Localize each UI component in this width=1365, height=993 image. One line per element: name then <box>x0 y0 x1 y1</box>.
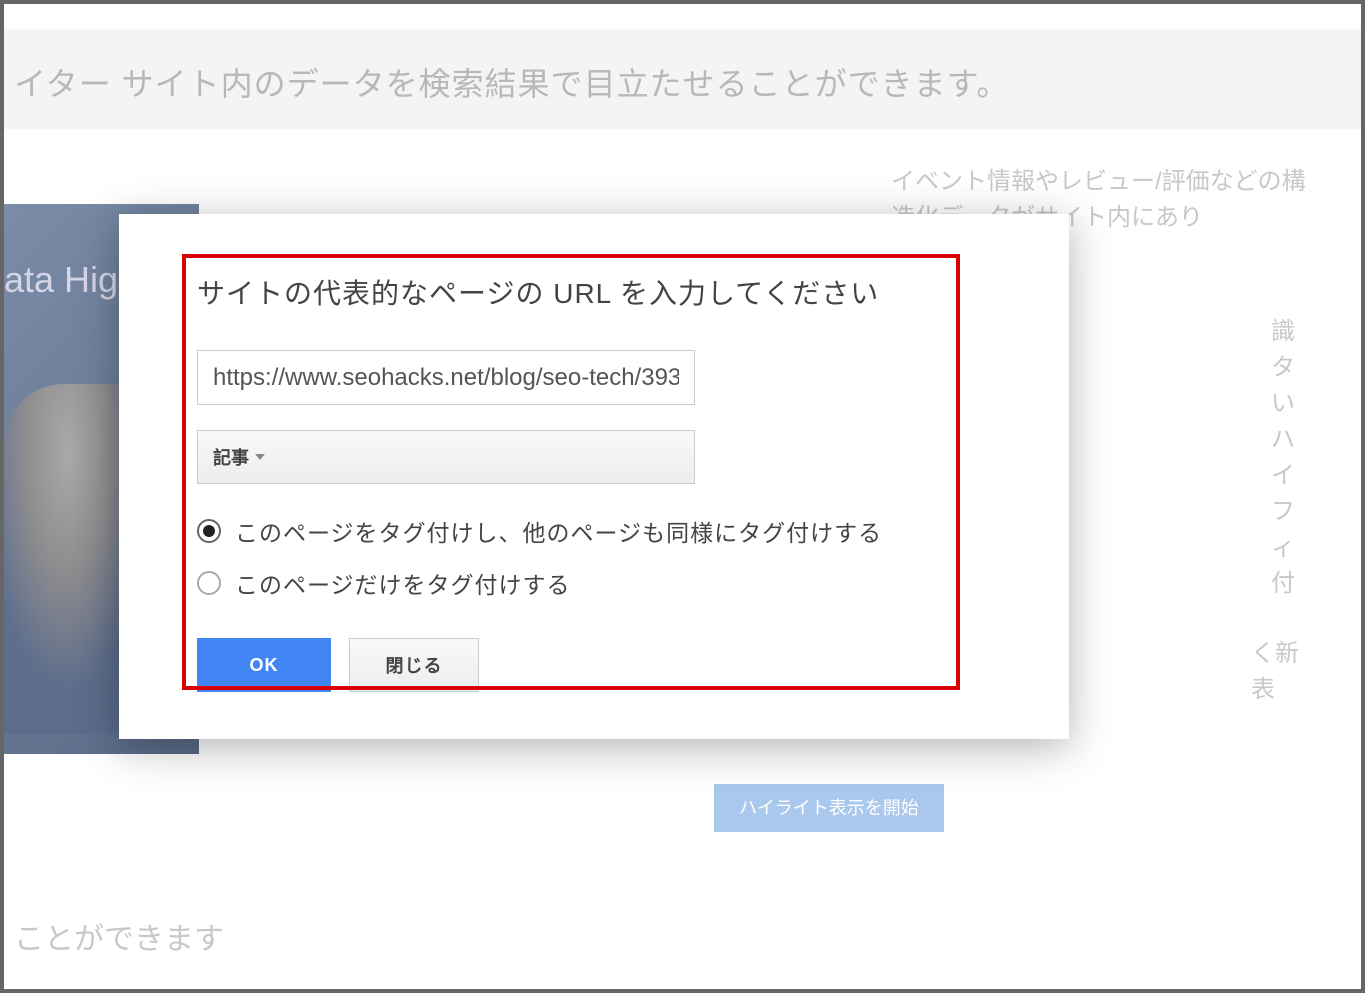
radio-icon-unselected <box>197 571 221 595</box>
bg-header: イター サイト内のデータを検索結果で目立たせることができます。 <box>4 29 1361 129</box>
bg-start-highlight-button[interactable]: ハイライト表示を開始 <box>714 784 944 832</box>
url-entry-modal: サイトの代表的なページの URL を入力してください 記事 このページをタグ付け… <box>119 214 1069 739</box>
bg-right-partial-text: 識 タ い ハイ フィ 付 <box>1271 314 1311 602</box>
radio-option-single[interactable]: このページだけをタグ付けする <box>197 566 991 600</box>
modal-buttons: OK 閉じる <box>197 638 991 692</box>
modal-title: サイトの代表的なページの URL を入力してください <box>197 272 991 312</box>
url-input[interactable] <box>197 350 695 405</box>
ok-button[interactable]: OK <box>197 638 331 692</box>
radio-label: このページをタグ付けし、他のページも同様にタグ付けする <box>235 514 882 548</box>
bg-bottom-text: ことができます <box>14 914 224 958</box>
type-select-label: 記事 <box>213 444 249 470</box>
close-button[interactable]: 閉じる <box>349 638 479 692</box>
bg-right-partial-text-2: く新 表 <box>1251 636 1311 708</box>
tag-radio-group: このページをタグ付けし、他のページも同様にタグ付けする このページだけをタグ付け… <box>197 514 991 600</box>
bg-video-label: ata Hig <box>4 259 118 301</box>
radio-icon-selected <box>197 519 221 543</box>
radio-option-multi[interactable]: このページをタグ付けし、他のページも同様にタグ付けする <box>197 514 991 548</box>
caret-down-icon <box>255 454 265 460</box>
radio-label: このページだけをタグ付けする <box>235 566 571 600</box>
bg-header-text: イター サイト内のデータを検索結果で目立たせることができます。 <box>14 59 1351 105</box>
type-select[interactable]: 記事 <box>197 430 695 484</box>
